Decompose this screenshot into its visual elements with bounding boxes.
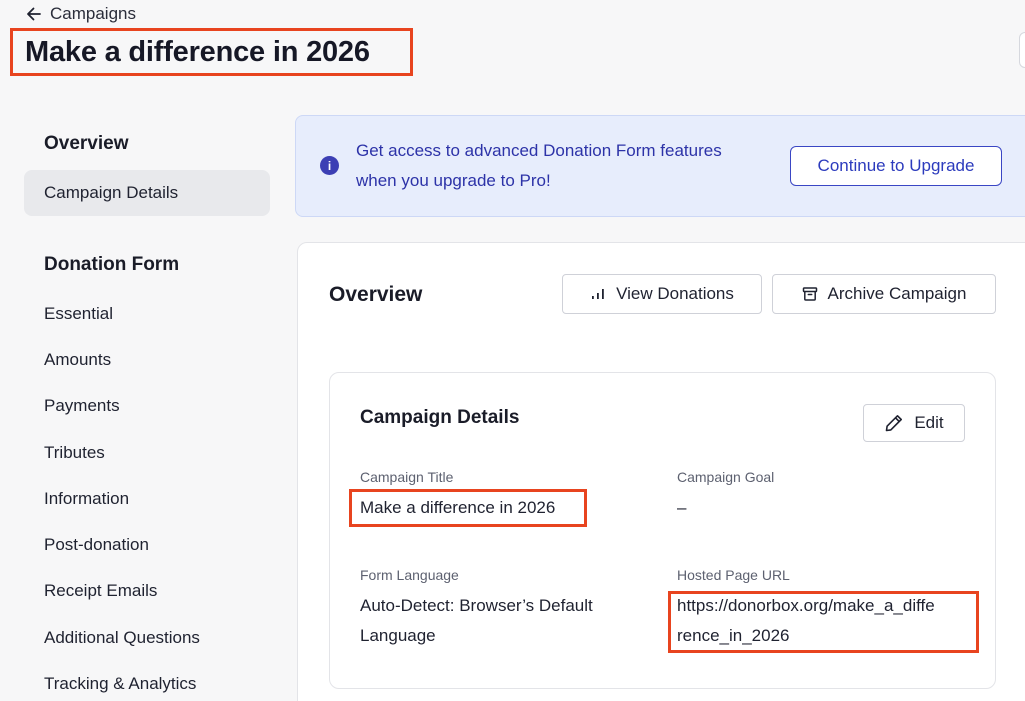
campaign-details-title: Campaign Details — [360, 407, 520, 428]
hosted-url-label: Hosted Page URL — [677, 567, 790, 583]
form-language-line1: Auto-Detect: Browser’s Default — [360, 596, 593, 615]
form-language-label: Form Language — [360, 567, 459, 583]
campaign-goal-label: Campaign Goal — [677, 469, 775, 485]
upgrade-banner: i Get access to advanced Donation Form f… — [295, 115, 1025, 217]
page-title: Make a difference in 2026 — [10, 28, 413, 76]
banner-text-line2: when you upgrade to Pro! — [356, 171, 551, 190]
continue-to-upgrade-button[interactable]: Continue to Upgrade — [790, 146, 1002, 186]
overview-title: Overview — [329, 283, 423, 306]
overview-panel: Overview View Donations Archive Campaign… — [297, 242, 1025, 701]
bar-chart-icon — [592, 289, 604, 299]
archive-campaign-button[interactable]: Archive Campaign — [772, 274, 996, 314]
archive-campaign-label: Archive Campaign — [827, 284, 967, 303]
hosted-url-value[interactable]: https://donorbox.org/make_a_diffe rence_… — [677, 591, 977, 651]
sidebar-item-additional-questions[interactable]: Additional Questions — [44, 628, 200, 648]
pencil-icon — [886, 415, 903, 432]
sidebar-item-essential[interactable]: Essential — [44, 304, 113, 324]
sidebar-item-receipt-emails[interactable]: Receipt Emails — [44, 581, 157, 601]
back-link-label: Campaigns — [50, 4, 136, 23]
view-donations-label: View Donations — [616, 284, 734, 303]
sidebar-item-payments[interactable]: Payments — [44, 396, 120, 416]
arrow-left-icon — [27, 7, 41, 21]
form-language-value: Auto-Detect: Browser’s Default Language — [360, 591, 660, 651]
sidebar-item-post-donation[interactable]: Post-donation — [44, 535, 149, 555]
hosted-url-line1: https://donorbox.org/make_a_diffe — [677, 596, 935, 615]
sidebar-item-amounts[interactable]: Amounts — [44, 350, 111, 370]
sidebar-item-tracking-analytics[interactable]: Tracking & Analytics — [44, 674, 196, 694]
campaign-goal-value: – — [677, 498, 687, 517]
info-icon: i — [320, 156, 339, 175]
sidebar-item-tributes[interactable]: Tributes — [44, 443, 105, 463]
upgrade-button-label: Continue to Upgrade — [817, 156, 975, 175]
form-language-line2: Language — [360, 626, 436, 645]
sidebar-item-information[interactable]: Information — [44, 489, 129, 509]
hosted-url-line2: rence_in_2026 — [677, 626, 790, 645]
campaign-title-value: Make a difference in 2026 — [360, 498, 556, 517]
campaign-title-label: Campaign Title — [360, 469, 454, 485]
sidebar-heading-overview: Overview — [44, 133, 129, 154]
page-title-text: Make a difference in 2026 — [25, 35, 370, 68]
banner-text-line1: Get access to advanced Donation Form fea… — [356, 141, 722, 160]
header-action-button[interactable] — [1019, 32, 1025, 68]
edit-button[interactable]: Edit — [863, 404, 965, 442]
sidebar-item-label: Campaign Details — [44, 183, 179, 202]
banner-message: Get access to advanced Donation Form fea… — [356, 136, 776, 196]
back-to-campaigns-link[interactable]: Campaigns — [26, 4, 136, 24]
archive-box-icon — [802, 287, 817, 301]
campaign-details-card: Campaign Details Edit Campaign Title Mak… — [329, 372, 996, 689]
sidebar-item-campaign-details[interactable]: Campaign Details — [24, 170, 270, 216]
sidebar-heading-donation-form: Donation Form — [44, 254, 180, 275]
edit-button-label: Edit — [914, 413, 944, 432]
view-donations-button[interactable]: View Donations — [562, 274, 762, 314]
